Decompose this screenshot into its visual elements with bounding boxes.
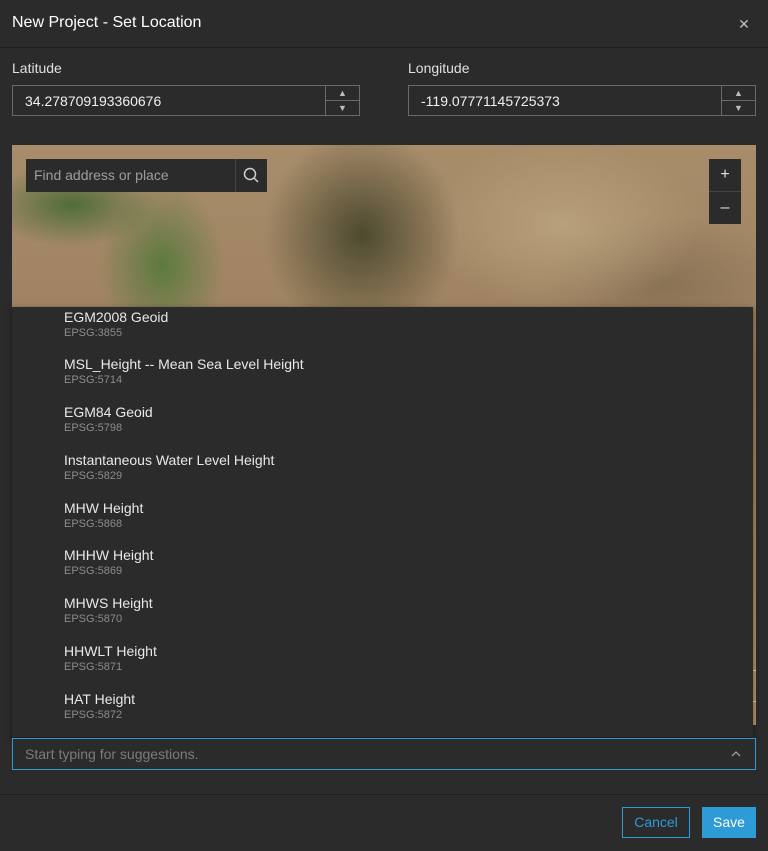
option-code: EPSG:5870: [64, 613, 123, 625]
longitude-decrement-icon[interactable]: ▼: [722, 101, 755, 115]
list-item[interactable]: MSL_Height -- Mean Sea Level Height EPSG…: [64, 356, 304, 386]
zoom-out-button[interactable]: –: [709, 192, 741, 224]
list-item[interactable]: HHWLT Height EPSG:5871: [64, 643, 157, 673]
dialog-footer: Cancel Save: [0, 794, 768, 851]
chevron-up-icon[interactable]: [729, 747, 743, 761]
option-name: MHW Height: [64, 500, 144, 516]
option-code: EPSG:5829: [64, 470, 123, 482]
option-code: EPSG:5871: [64, 661, 123, 673]
option-name: Instantaneous Water Level Height: [64, 452, 275, 468]
close-icon[interactable]: ✕: [734, 14, 754, 34]
list-item[interactable]: MHW Height EPSG:5868: [64, 500, 143, 530]
set-location-dialog: New Project - Set Location ✕ Latitude 34…: [0, 0, 768, 851]
longitude-value[interactable]: -119.07771145725373: [421, 93, 560, 109]
save-button[interactable]: Save: [702, 807, 756, 838]
search-icon[interactable]: [235, 159, 267, 192]
latitude-value[interactable]: 34.278709193360676: [25, 93, 161, 109]
latitude-increment-icon[interactable]: ▲: [326, 86, 359, 101]
option-name: EGM2008 Geoid: [64, 309, 169, 325]
list-item[interactable]: MHWS Height EPSG:5870: [64, 595, 153, 625]
latitude-decrement-icon[interactable]: ▼: [326, 101, 359, 115]
datum-suggestion-list: EGM2008 Geoid EPSG:3855 MSL_Height -- Me…: [12, 307, 753, 737]
latitude-stepper: ▲ ▼: [325, 86, 359, 115]
list-item[interactable]: EGM84 Geoid EPSG:5798: [64, 404, 153, 434]
option-name: MSL_Height -- Mean Sea Level Height: [64, 356, 304, 372]
option-code: EPSG:5872: [64, 709, 123, 721]
map-search-input[interactable]: Find address or place: [26, 159, 234, 192]
list-item[interactable]: HAT Height EPSG:5872: [64, 691, 135, 721]
option-name: MHHW Height: [64, 547, 154, 563]
cancel-button[interactable]: Cancel: [622, 807, 690, 838]
vertical-datum-combobox[interactable]: Start typing for suggestions.: [12, 738, 756, 770]
zoom-in-button[interactable]: +: [709, 159, 741, 192]
dialog-title: New Project - Set Location: [12, 14, 202, 31]
zoom-control: + –: [709, 159, 741, 224]
latitude-label: Latitude: [12, 60, 62, 76]
list-item[interactable]: EGM2008 Geoid EPSG:3855: [64, 309, 168, 339]
longitude-increment-icon[interactable]: ▲: [722, 86, 755, 101]
option-code: EPSG:5714: [64, 374, 123, 386]
option-code: EPSG:3855: [64, 327, 123, 339]
option-code: EPSG:5868: [64, 518, 123, 530]
latitude-input[interactable]: 34.278709193360676 ▲ ▼: [12, 85, 360, 116]
option-code: EPSG:5869: [64, 565, 123, 577]
option-name: HAT Height: [64, 691, 136, 707]
list-item[interactable]: MHHW Height EPSG:5869: [64, 547, 153, 577]
longitude-input[interactable]: -119.07771145725373 ▲ ▼: [408, 85, 756, 116]
dialog-header: New Project - Set Location ✕: [0, 0, 768, 48]
option-name: HHWLT Height: [64, 643, 157, 659]
longitude-label: Longitude: [408, 60, 470, 76]
list-item[interactable]: Instantaneous Water Level Height EPSG:58…: [64, 452, 274, 482]
option-name: MHWS Height: [64, 595, 153, 611]
option-code: EPSG:5798: [64, 422, 123, 434]
option-name: EGM84 Geoid: [64, 404, 153, 420]
combobox-placeholder[interactable]: Start typing for suggestions.: [25, 746, 199, 762]
map-search: Find address or place: [26, 159, 267, 192]
longitude-stepper: ▲ ▼: [721, 86, 755, 115]
